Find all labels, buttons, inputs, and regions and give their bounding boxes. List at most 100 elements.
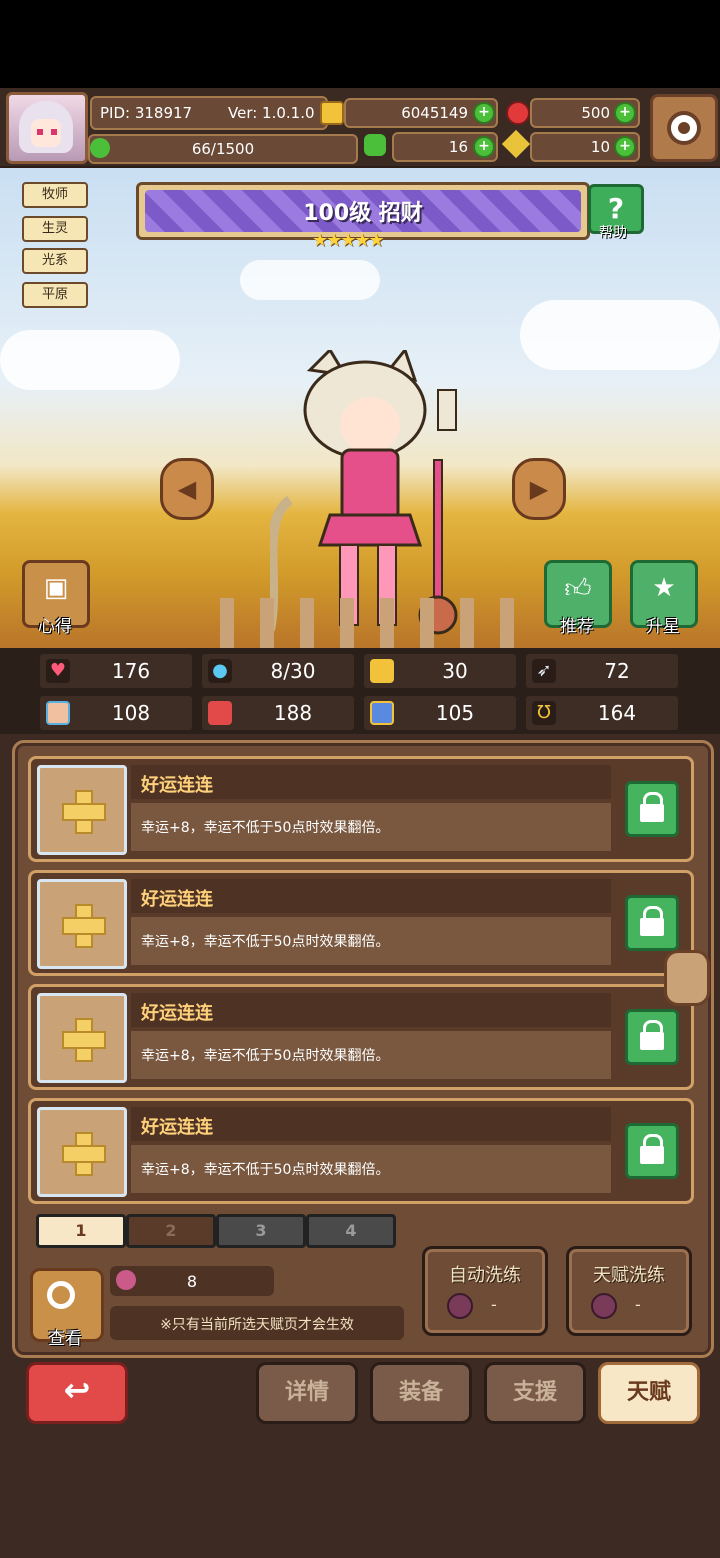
fist-icon (46, 701, 70, 725)
talent-row[interactable]: 好运连连 幸运+8，幸运不低于50点时效果翻倍。 (28, 870, 694, 976)
tab-equip[interactable]: 装备 (370, 1362, 472, 1424)
stat-defense: 30 (364, 654, 516, 688)
star-up-label: 升星 (646, 617, 680, 637)
page-tab-2[interactable]: 2 (126, 1214, 216, 1248)
talent-wash-button[interactable]: 天赋洗练 - (566, 1246, 692, 1336)
talent-row[interactable]: 好运连连 幸运+8，幸运不低于50点时效果翻倍。 (28, 984, 694, 1090)
talent-icon-box (37, 879, 127, 969)
fence (220, 598, 520, 648)
page-tab-3[interactable]: 3 (216, 1214, 306, 1248)
chevron-right-icon: ▶ (529, 475, 549, 503)
scroll-icon (370, 701, 394, 725)
gold-value: 6045149 (401, 104, 468, 122)
element-tag: 光系 (22, 248, 88, 274)
stat-wisdom: 105 (364, 696, 516, 730)
page-tab-1[interactable]: 1 (36, 1214, 126, 1248)
question-icon: ? (607, 192, 625, 225)
status-bar (0, 0, 720, 88)
talent-icon-box (37, 765, 127, 855)
cloud (0, 330, 180, 390)
key-value: 10 (590, 138, 610, 156)
talent-desc: 幸运+8，幸运不低于50点时效果翻倍。 (141, 820, 390, 836)
drop-icon: ● (208, 659, 232, 683)
stat-luck: Ʊ 164 (526, 696, 678, 730)
page-tab-4[interactable]: 4 (306, 1214, 396, 1248)
pid-text: PID: 318917 (100, 104, 193, 122)
stat-value: 188 (273, 701, 313, 725)
tab-details[interactable]: 详情 (256, 1362, 358, 1424)
back-button[interactable]: ↩ (26, 1362, 128, 1424)
cloud (240, 260, 380, 300)
stat-strength: 108 (40, 696, 192, 730)
lock-button[interactable] (625, 781, 679, 837)
potion-icon (591, 1293, 617, 1319)
talent-row[interactable]: 好运连连 幸运+8，幸运不低于50点时效果翻倍。 (28, 756, 694, 862)
class-tag: 牧师 (22, 182, 88, 208)
lock-button[interactable] (625, 1123, 679, 1179)
star-icon: ★ (652, 573, 676, 603)
talent-name: 好运连连 (141, 1117, 213, 1138)
add-gem-button[interactable]: + (614, 102, 636, 124)
add-clover-button[interactable]: + (473, 136, 495, 158)
talent-icon-box (37, 1107, 127, 1197)
cross-icon (60, 788, 106, 834)
race-tag: 生灵 (22, 216, 88, 242)
insight-label: 心得 (38, 617, 72, 637)
prev-hero-button[interactable]: ◀ (160, 458, 214, 520)
talent-desc: 幸运+8，幸运不低于50点时效果翻倍。 (141, 1048, 390, 1064)
potion-count-bar: 8 (110, 1266, 274, 1296)
add-gold-button[interactable]: + (473, 102, 495, 124)
talent-name: 好运连连 (141, 889, 213, 910)
potion-icon (447, 1293, 473, 1319)
note-text: ※只有当前所选天赋页才会生效 (160, 1317, 354, 1333)
magnifier-icon (47, 1281, 75, 1309)
chevron-left-icon: ◀ (177, 475, 197, 503)
heart-icon: ♥ (46, 659, 70, 683)
talent-wash-label: 天赋洗练 (593, 1265, 665, 1286)
back-arrow-icon: ↩ (63, 1371, 91, 1409)
cross-icon (60, 902, 106, 948)
stat-mp: ● 8/30 (202, 654, 354, 688)
view-label: 查看 (48, 1329, 82, 1349)
shield-icon (370, 659, 394, 683)
auto-wash-button[interactable]: 自动洗练 - (422, 1246, 548, 1336)
cross-icon (60, 1016, 106, 1062)
lock-button[interactable] (625, 1009, 679, 1065)
add-key-button[interactable]: + (614, 136, 636, 158)
exp-icon (90, 138, 110, 158)
settings-button[interactable] (650, 94, 718, 162)
lock-button[interactable] (625, 895, 679, 951)
gold-coin-icon (320, 101, 344, 125)
auto-wash-label: 自动洗练 (449, 1265, 521, 1286)
ruby-icon (506, 101, 530, 125)
tab-talent[interactable]: 天赋 (598, 1362, 700, 1424)
clover-value: 16 (448, 138, 468, 156)
talent-wash-cost: - (635, 1295, 641, 1314)
thumbs-up-icon: 👍︎ (564, 574, 592, 604)
stat-value: 30 (442, 659, 468, 683)
talent-desc: 幸运+8，幸运不低于50点时效果翻倍。 (141, 1162, 390, 1178)
note-bar: ※只有当前所选天赋页才会生效 (110, 1306, 404, 1340)
talent-row[interactable]: 好运连连 幸运+8，幸运不低于50点时效果翻倍。 (28, 1098, 694, 1204)
talent-desc: 幸运+8，幸运不低于50点时效果翻倍。 (141, 934, 390, 950)
stat-value: 105 (435, 701, 475, 725)
tab-support[interactable]: 支援 (484, 1362, 586, 1424)
pid-version-pill: PID: 318917 Ver: 1.0.1.0 (90, 96, 328, 130)
hero-title: 100级 招财 (303, 201, 423, 226)
side-pin-button[interactable] (664, 950, 710, 1006)
potion-count: 8 (186, 1272, 198, 1291)
horseshoe-icon: Ʊ (532, 701, 556, 725)
exp-value: 66/1500 (191, 140, 255, 158)
hero-stars: ★★★★★ (312, 230, 385, 251)
cross-icon (60, 1130, 106, 1176)
next-hero-button[interactable]: ▶ (512, 458, 566, 520)
stat-value: 176 (111, 659, 151, 683)
stat-value: 108 (111, 701, 151, 725)
terrain-tag: 平原 (22, 282, 88, 308)
wing-icon: ➶ (532, 659, 556, 683)
cloud (520, 300, 720, 370)
exp-bar: 66/1500 (88, 134, 358, 164)
stat-value: 164 (597, 701, 637, 725)
stat-value: 8/30 (270, 659, 316, 683)
player-avatar[interactable] (6, 92, 88, 164)
